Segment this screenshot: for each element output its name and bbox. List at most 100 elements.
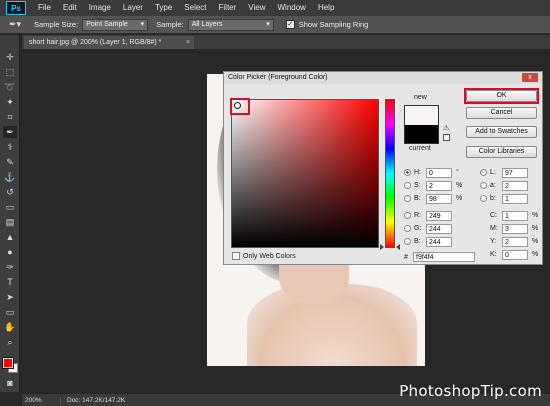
menu-file[interactable]: File: [32, 0, 57, 16]
menu-select[interactable]: Select: [178, 0, 212, 16]
only-web-colors-option[interactable]: Only Web Colors: [232, 252, 296, 260]
red-label: R:: [414, 212, 421, 219]
sample-value: All Layers: [191, 20, 223, 28]
menu-filter[interactable]: Filter: [213, 0, 243, 16]
black-unit: %: [532, 251, 539, 258]
saturation-brightness-field[interactable]: [231, 99, 379, 248]
move-tool-icon[interactable]: ✛: [3, 51, 17, 63]
lab-a-input[interactable]: 2: [502, 180, 528, 191]
brush-tool-icon[interactable]: ✎: [3, 156, 17, 168]
cyan-label: C:: [490, 212, 497, 219]
only-web-colors-checkbox[interactable]: [232, 252, 240, 260]
saturation-label: S:: [414, 182, 421, 189]
hand-tool-icon[interactable]: ✋: [3, 321, 17, 333]
cyan-input[interactable]: 1: [502, 210, 528, 221]
zoom-tool-icon[interactable]: ⌕: [3, 336, 17, 348]
quick-select-tool-icon[interactable]: ✦: [3, 96, 17, 108]
blue-radio[interactable]: [404, 238, 411, 245]
hue-slider-arrow-left[interactable]: [380, 244, 384, 250]
cancel-button[interactable]: Cancel: [466, 107, 537, 119]
healing-brush-tool-icon[interactable]: ⚕: [3, 141, 17, 153]
saturation-unit: %: [456, 182, 463, 189]
saturation-radio[interactable]: [404, 182, 411, 189]
pen-tool-icon[interactable]: ✑: [3, 261, 17, 273]
lab-l-radio[interactable]: [480, 169, 487, 176]
black-input[interactable]: 0: [502, 249, 528, 260]
ok-button[interactable]: OK: [466, 90, 537, 102]
marquee-tool-icon[interactable]: ⬚: [3, 66, 17, 78]
web-safe-cube-icon[interactable]: [443, 134, 450, 141]
lab-l-input[interactable]: 97: [502, 167, 528, 178]
history-brush-tool-icon[interactable]: ↺: [3, 186, 17, 198]
lasso-tool-icon[interactable]: ➰: [3, 81, 17, 93]
only-web-colors-label: Only Web Colors: [243, 252, 296, 260]
new-color-swatch: [404, 105, 439, 125]
crop-tool-icon[interactable]: ⌗: [3, 111, 17, 123]
yellow-input[interactable]: 2: [502, 236, 528, 247]
magenta-input[interactable]: 3: [502, 223, 528, 234]
blue-input[interactable]: 244: [426, 236, 452, 247]
brightness-input[interactable]: 98: [426, 193, 452, 204]
gradient-tool-icon[interactable]: ▤: [3, 216, 17, 228]
path-selection-tool-icon[interactable]: ➤: [3, 291, 17, 303]
lab-a-radio[interactable]: [480, 182, 487, 189]
red-radio[interactable]: [404, 212, 411, 219]
yellow-label: Y:: [490, 238, 497, 245]
type-tool-icon[interactable]: T: [3, 276, 17, 288]
saturation-input[interactable]: 2: [426, 180, 452, 191]
hue-slider[interactable]: [385, 99, 395, 248]
options-bar: ✒ ▾ Sample Size: Point Sample ▾ Sample: A…: [0, 16, 550, 34]
close-tab-icon[interactable]: ×: [186, 36, 190, 49]
black-label: K:: [490, 251, 497, 258]
show-sampling-ring-checkbox[interactable]: ✓: [285, 20, 295, 29]
clone-stamp-tool-icon[interactable]: ⚓: [3, 171, 17, 183]
foreground-color-swatch[interactable]: [2, 357, 14, 369]
close-icon[interactable]: x: [522, 73, 538, 82]
menu-type[interactable]: Type: [149, 0, 178, 16]
shape-tool-icon[interactable]: ▭: [3, 306, 17, 318]
menu-view[interactable]: View: [242, 0, 271, 16]
quick-mask-icon[interactable]: ◙: [3, 377, 17, 389]
new-color-label: new: [414, 94, 427, 101]
menu-help[interactable]: Help: [312, 0, 340, 16]
document-tab[interactable]: short hair.jpg @ 200% (Layer 1, RGB/8#) …: [24, 36, 194, 49]
brightness-radio[interactable]: [404, 195, 411, 202]
hue-slider-arrow-right[interactable]: [396, 244, 400, 250]
current-color-swatch[interactable]: [404, 125, 439, 144]
menu-image[interactable]: Image: [83, 0, 117, 16]
lab-b-row: b: 1: [480, 193, 528, 204]
lab-a-label: a:: [490, 182, 496, 189]
dodge-tool-icon[interactable]: ●: [3, 246, 17, 258]
toolbox: ✛ ⬚ ➰ ✦ ⌗ ✒ ⚕ ✎ ⚓ ↺ ▭ ▤ ▲ ● ✑ T ➤ ▭ ✋ ⌕ …: [0, 35, 20, 392]
brightness-unit: %: [456, 195, 463, 202]
hue-unit: °: [456, 169, 459, 176]
sample-size-select[interactable]: Point Sample ▾: [82, 18, 149, 31]
hex-input[interactable]: f9f4f4: [413, 252, 475, 262]
green-label: G:: [414, 225, 422, 232]
lab-b-input[interactable]: 1: [502, 193, 528, 204]
menu-layer[interactable]: Layer: [117, 0, 149, 16]
menu-edit[interactable]: Edit: [57, 0, 83, 16]
blur-tool-icon[interactable]: ▲: [3, 231, 17, 243]
hue-input[interactable]: 0: [426, 167, 452, 178]
brightness-row: B: 98 %: [404, 193, 464, 204]
out-of-gamut-icon[interactable]: ⚠: [443, 125, 451, 133]
color-libraries-button[interactable]: Color Libraries: [466, 146, 537, 158]
document-tab-title: short hair.jpg @ 200% (Layer 1, RGB/8#) …: [29, 39, 162, 46]
eraser-tool-icon[interactable]: ▭: [3, 201, 17, 213]
green-radio[interactable]: [404, 225, 411, 232]
hue-radio[interactable]: [404, 169, 411, 176]
magenta-row: M: 3 %: [490, 223, 540, 234]
green-input[interactable]: 244: [426, 223, 452, 234]
menu-window[interactable]: Window: [272, 0, 312, 16]
marker-highlight-box: [230, 98, 250, 115]
lab-b-radio[interactable]: [480, 195, 487, 202]
zoom-level[interactable]: 200%: [22, 397, 60, 404]
current-color-label: current: [409, 145, 431, 152]
add-to-swatches-button[interactable]: Add to Swatches: [466, 126, 537, 138]
sample-select[interactable]: All Layers ▾: [187, 18, 274, 31]
red-row: R: 249: [404, 210, 452, 221]
red-input[interactable]: 249: [426, 210, 452, 221]
eyedropper-tool-icon[interactable]: ✒: [3, 126, 17, 138]
eyedropper-tool-preset[interactable]: ✒ ▾: [4, 18, 26, 32]
